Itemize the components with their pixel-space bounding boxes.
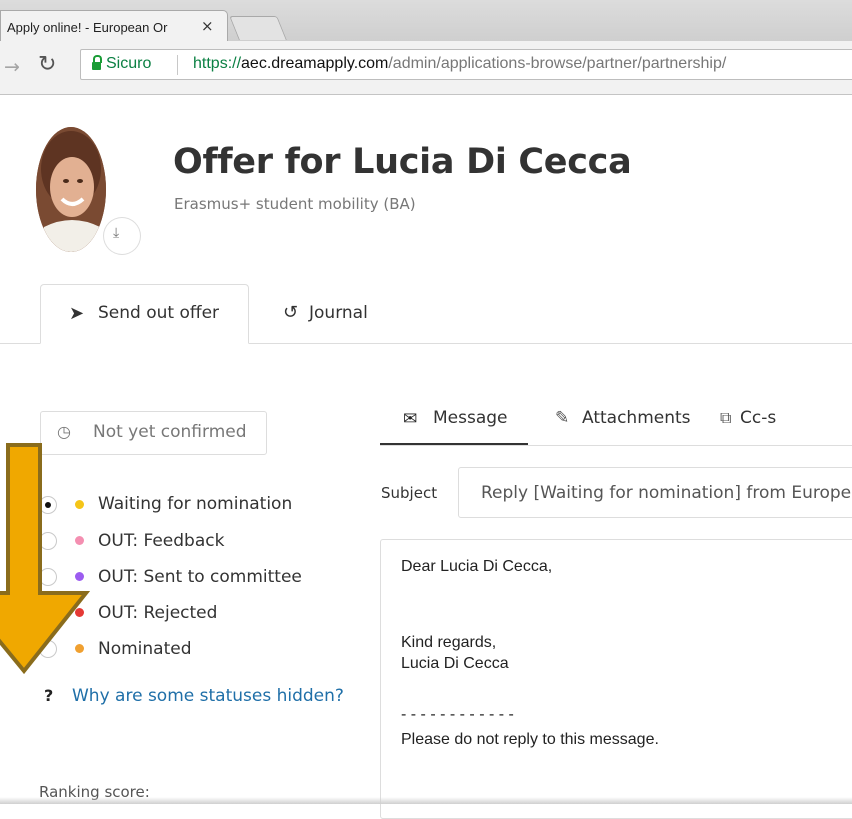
- hidden-statuses-help-link[interactable]: Why are some statuses hidden?: [72, 686, 344, 706]
- body-separator: - - - - - - - - - - - -: [401, 706, 514, 723]
- body-greeting: Dear Lucia Di Cecca,: [401, 558, 553, 575]
- body-closing: Kind regards,: [401, 634, 497, 651]
- status-label-rejected[interactable]: OUT: Rejected: [98, 603, 217, 623]
- copy-icon: ⧉: [720, 408, 732, 427]
- history-icon: ↺: [283, 302, 299, 323]
- window-bottom-edge: [0, 797, 852, 804]
- message-body-editor[interactable]: [380, 539, 852, 819]
- tab-attachments-label[interactable]: Attachments: [582, 408, 691, 428]
- envelope-icon: ✉: [403, 409, 418, 429]
- page-title: Offer for Lucia Di Cecca: [173, 142, 632, 182]
- tab-journal-label[interactable]: Journal: [309, 303, 368, 323]
- body-notice: Please do not reply to this message.: [401, 731, 659, 748]
- tab-send-label[interactable]: Send out offer: [98, 303, 219, 323]
- tab-cc-label[interactable]: Cc-s: [740, 408, 776, 428]
- url-host: aec.dreamapply.com: [241, 55, 389, 72]
- status-label-waiting[interactable]: Waiting for nomination: [98, 494, 292, 514]
- status-label-committee[interactable]: OUT: Sent to committee: [98, 567, 302, 587]
- body-signature: Lucia Di Cecca: [401, 655, 509, 672]
- clock-icon: ◷: [57, 422, 71, 441]
- status-label-nominated[interactable]: Nominated: [98, 639, 192, 659]
- status-label-feedback[interactable]: OUT: Feedback: [98, 531, 224, 551]
- avatar-portrait: [36, 127, 106, 252]
- paperclip-icon: ✎: [555, 408, 570, 428]
- subject-value: Reply [Waiting for nomination] from Euro…: [481, 483, 852, 503]
- message-tabs-divider: [380, 445, 852, 446]
- paper-plane-icon: ➤: [69, 303, 85, 324]
- new-tab-button[interactable]: [229, 16, 287, 40]
- reload-icon[interactable]: ↻: [38, 52, 56, 77]
- secure-label: Sicuro: [106, 55, 152, 72]
- download-icon[interactable]: ⤓: [113, 225, 119, 241]
- lock-icon: [92, 62, 101, 70]
- browser-tab[interactable]: Apply online! - European Or ×: [0, 10, 228, 41]
- subject-label: Subject: [381, 484, 438, 502]
- tab-message-label[interactable]: Message: [433, 408, 508, 428]
- page-subtitle: Erasmus+ student mobility (BA): [174, 195, 416, 213]
- url-text[interactable]: https://aec.dreamapply.com/admin/applica…: [193, 55, 726, 73]
- url-path: /admin/applications-browse/partner/partn…: [388, 55, 727, 72]
- question-icon: ?: [44, 686, 54, 705]
- url-scheme: https://: [193, 55, 242, 72]
- avatar-download-button[interactable]: [104, 218, 140, 254]
- close-icon[interactable]: ×: [201, 17, 214, 35]
- confirmation-status-label: Not yet confirmed: [93, 422, 247, 442]
- avatar: [36, 127, 106, 252]
- down-arrow-annotation-icon: [0, 443, 90, 675]
- back-arrow-icon[interactable]: →: [4, 56, 20, 78]
- browser-tab-title: Apply online! - European Or: [7, 20, 168, 35]
- address-separator: [177, 55, 178, 75]
